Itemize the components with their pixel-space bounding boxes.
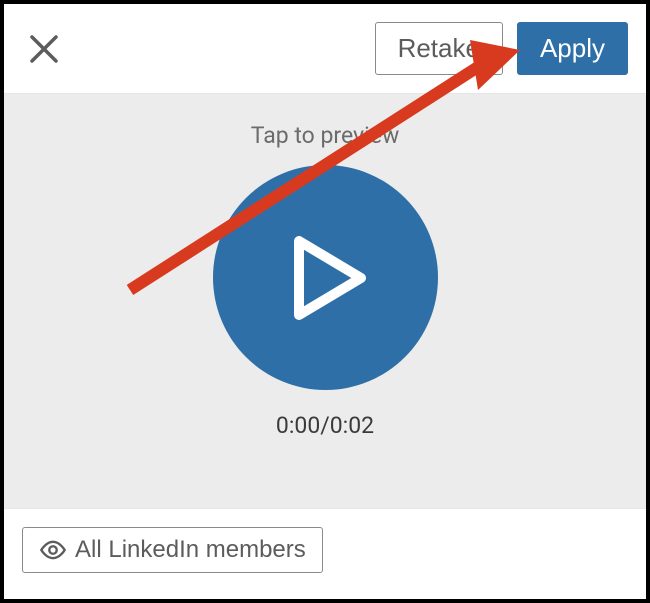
preview-label: Tap to preview bbox=[251, 122, 399, 149]
visibility-button[interactable]: All LinkedIn members bbox=[22, 527, 323, 573]
time-label: 0:00/0:02 bbox=[276, 412, 374, 439]
preview-area: Tap to preview 0:00/0:02 bbox=[4, 94, 646, 509]
play-icon bbox=[279, 233, 371, 323]
header-buttons: Retake Apply bbox=[375, 22, 628, 75]
apply-button[interactable]: Apply bbox=[517, 22, 628, 75]
modal-footer: All LinkedIn members bbox=[4, 509, 646, 599]
modal-header: Retake Apply bbox=[4, 4, 646, 94]
retake-button[interactable]: Retake bbox=[375, 22, 503, 75]
eye-icon bbox=[39, 536, 67, 564]
close-button[interactable] bbox=[26, 31, 62, 67]
close-icon bbox=[26, 31, 62, 67]
play-button[interactable] bbox=[213, 165, 438, 390]
visibility-label: All LinkedIn members bbox=[75, 536, 306, 564]
